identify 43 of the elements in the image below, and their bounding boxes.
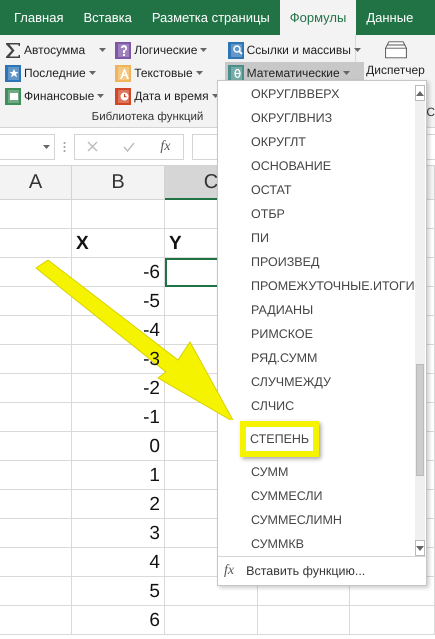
- group-label: Библиотека функций: [92, 111, 204, 123]
- column-header[interactable]: B: [72, 166, 165, 200]
- name-manager-label[interactable]: Диспетчер: [366, 63, 425, 77]
- function-menu-item[interactable]: СУММКВ: [244, 532, 415, 556]
- ribbon-tab[interactable]: Вставка: [73, 0, 142, 35]
- insert-function-item[interactable]: fx Вставить функцию...: [218, 556, 426, 585]
- function-menu-item[interactable]: СУММЕСЛИМН: [244, 508, 415, 532]
- function-menu-item[interactable]: ПРОМЕЖУТОЧНЫЕ.ИТОГИ: [244, 274, 415, 298]
- table-cell: 4: [72, 548, 165, 577]
- table-cell: 2: [72, 490, 165, 519]
- function-menu-item[interactable]: СТЕПЕНЬ: [240, 421, 320, 457]
- table-cell: 3: [72, 519, 165, 548]
- function-category-button[interactable]: Текстовые: [112, 62, 222, 84]
- ribbon-tab[interactable]: Главная: [4, 0, 74, 35]
- function-menu-item[interactable]: РИМСКОЕ: [244, 322, 415, 346]
- function-menu-item[interactable]: СЛЧИС: [244, 394, 415, 418]
- function-menu-item[interactable]: ОТБР: [244, 202, 415, 226]
- function-menu-item[interactable]: ОКРУГЛТ: [244, 130, 415, 154]
- ribbon-tab[interactable]: Формулы: [280, 0, 356, 35]
- function-category-button[interactable]: Финансовые: [2, 85, 110, 107]
- function-menu-item[interactable]: РАДИАНЫ: [244, 298, 415, 322]
- function-menu-item[interactable]: СУММ: [244, 460, 415, 484]
- table-cell: -1: [72, 403, 165, 432]
- table-cell: 5: [72, 577, 165, 606]
- ribbon-tab[interactable]: Разметка страницы: [142, 0, 280, 35]
- table-cell: 6: [72, 606, 165, 635]
- function-category-button[interactable]: Последние: [2, 62, 110, 84]
- function-menu-item[interactable]: СУММЕСЛИ: [244, 484, 415, 508]
- insert-function-button[interactable]: fx: [160, 138, 170, 154]
- function-category-button[interactable]: Логические: [112, 39, 222, 61]
- ribbon-tab[interactable]: Данные: [356, 0, 424, 35]
- group-label: С: [426, 105, 435, 119]
- function-menu-item[interactable]: ОКРУГЛВНИЗ: [244, 106, 415, 130]
- function-category-button[interactable]: Ссылки и массивы: [224, 39, 364, 61]
- function-menu-item[interactable]: РЯД.СУММ: [244, 346, 415, 370]
- table-cell: 0: [72, 432, 165, 461]
- function-menu-item[interactable]: СЛУЧМЕЖДУ: [244, 370, 415, 394]
- table-cell: X: [72, 229, 165, 258]
- function-category-button[interactable]: Дата и время: [112, 85, 222, 107]
- column-header[interactable]: A: [0, 166, 72, 200]
- function-menu-item[interactable]: ОКРУГЛВВЕРХ: [244, 82, 415, 106]
- table-cell: 1: [72, 461, 165, 490]
- function-category-button[interactable]: Автосумма: [2, 39, 110, 61]
